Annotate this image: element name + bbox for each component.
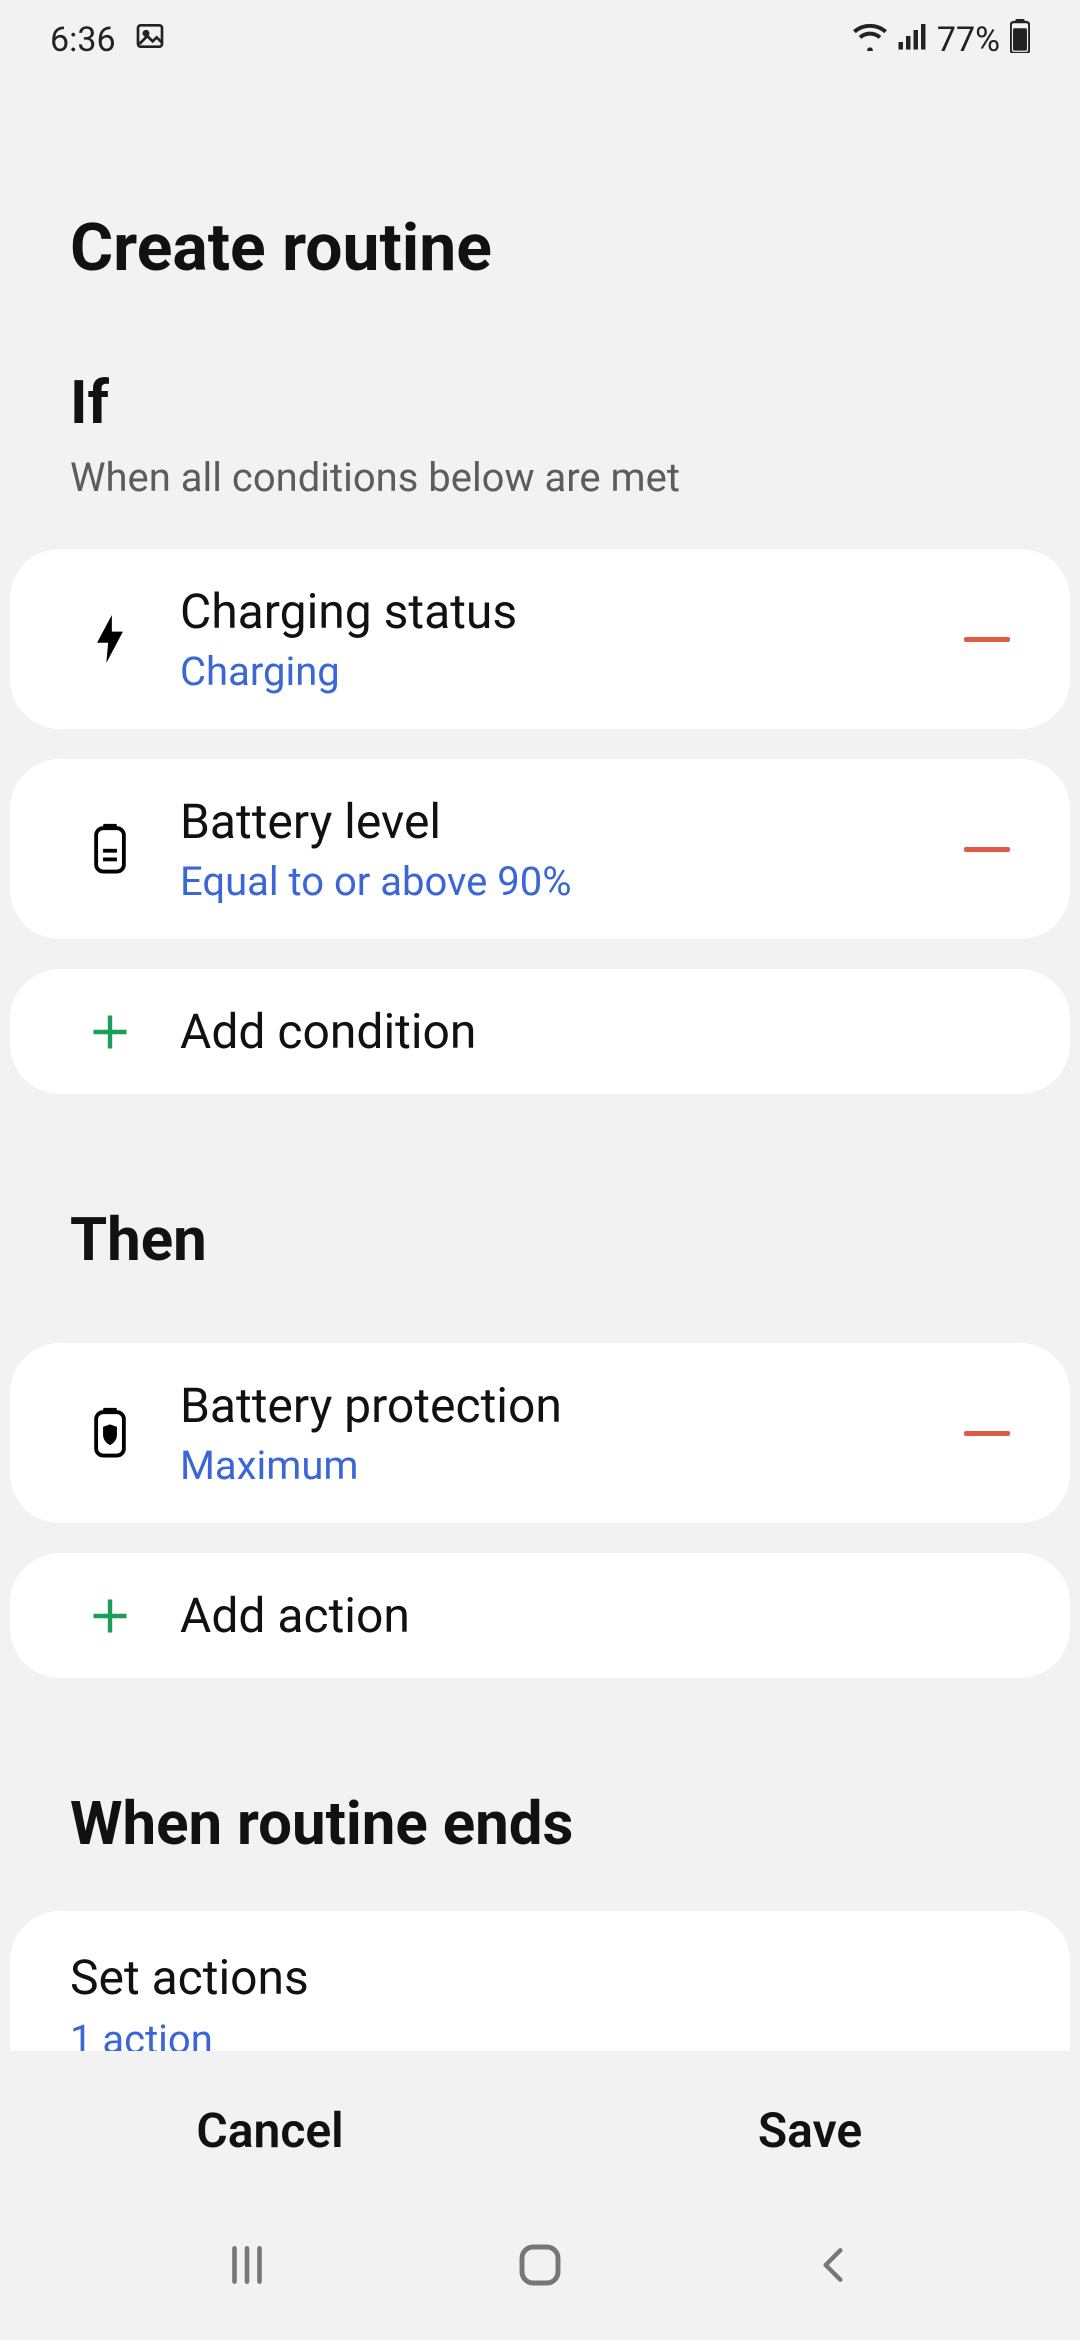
add-condition-label: Add condition (180, 1003, 1022, 1060)
condition-title: Charging status (180, 583, 952, 640)
battery-percent-text: 77% (937, 20, 1000, 60)
if-section-header: If When all conditions below are met (0, 367, 1080, 549)
navigation-bar (0, 2190, 1080, 2340)
clock-text: 6:36 (50, 20, 116, 60)
battery-icon (1010, 19, 1030, 62)
minus-icon (964, 1431, 1010, 1436)
set-actions-card[interactable]: Set actions 1 action (10, 1911, 1070, 2051)
battery-level-icon (70, 823, 150, 875)
bottom-action-bar: Cancel Save (0, 2070, 1080, 2190)
end-section-header: When routine ends (0, 1788, 1080, 1911)
if-title: If (70, 367, 1010, 438)
add-condition-button[interactable]: Add condition (10, 969, 1070, 1094)
bolt-icon (70, 615, 150, 663)
condition-card-charging-status[interactable]: Charging status Charging (10, 549, 1070, 729)
battery-protection-icon (70, 1407, 150, 1459)
condition-value: Charging (180, 648, 952, 695)
then-actions-group: Battery protection Maximum Add action (0, 1343, 1080, 1678)
minus-icon (964, 637, 1010, 642)
action-card-battery-protection[interactable]: Battery protection Maximum (10, 1343, 1070, 1523)
end-title: When routine ends (70, 1788, 1010, 1859)
condition-title: Battery level (180, 793, 952, 850)
status-left: 6:36 (50, 20, 166, 61)
add-action-button[interactable]: Add action (10, 1553, 1070, 1678)
status-bar: 6:36 77% (0, 0, 1080, 80)
back-button[interactable] (793, 2239, 873, 2291)
home-button[interactable] (500, 2238, 580, 2292)
set-actions-title: Set actions (70, 1949, 1010, 2006)
remove-condition-button[interactable] (952, 637, 1022, 642)
remove-action-button[interactable] (952, 1431, 1022, 1436)
condition-value: Equal to or above 90% (180, 858, 952, 905)
then-title: Then (70, 1204, 1010, 1275)
signal-icon (897, 20, 927, 60)
minus-icon (964, 847, 1010, 852)
condition-card-battery-level[interactable]: Battery level Equal to or above 90% (10, 759, 1070, 939)
plus-icon (70, 1594, 150, 1638)
add-action-label: Add action (180, 1587, 1022, 1644)
wifi-icon (853, 20, 887, 60)
status-right: 77% (853, 19, 1030, 62)
plus-icon (70, 1010, 150, 1054)
cancel-button[interactable]: Cancel (0, 2070, 540, 2190)
remove-condition-button[interactable] (952, 847, 1022, 852)
action-title: Battery protection (180, 1377, 952, 1434)
if-subtitle: When all conditions below are met (70, 454, 1010, 501)
then-section-header: Then (0, 1204, 1080, 1303)
set-actions-value: 1 action (70, 2016, 1010, 2051)
page-title: Create routine (0, 80, 1080, 367)
image-icon (134, 20, 166, 61)
recents-button[interactable] (207, 2240, 287, 2290)
if-conditions-group: Charging status Charging Battery level E… (0, 549, 1080, 1094)
action-value: Maximum (180, 1442, 952, 1489)
save-button[interactable]: Save (540, 2070, 1080, 2190)
